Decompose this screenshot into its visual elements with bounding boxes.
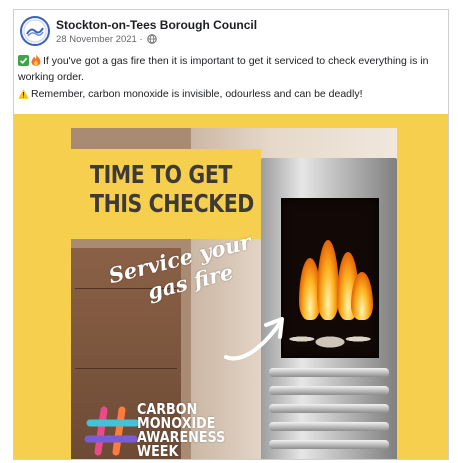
post-text-1: If you've got a gas fire then it is impo…: [18, 55, 429, 83]
post-text-2: Remember, carbon monoxide is invisible, …: [31, 88, 363, 100]
council-logo-icon: [23, 19, 47, 43]
grille-bar: [269, 368, 389, 377]
globe-icon: [147, 34, 157, 47]
campaign-line-4: WEEK: [137, 442, 179, 460]
post-card: Stockton-on-Tees Borough Council 28 Nove…: [13, 9, 449, 460]
warning-icon: [18, 89, 29, 103]
meta-separator: ·: [136, 34, 146, 45]
post-header: Stockton-on-Tees Borough Council 28 Nove…: [20, 16, 440, 48]
headline: TIME TO GET THIS CHECKED: [90, 160, 254, 218]
headline-line-2: THIS CHECKED: [90, 189, 254, 218]
arrow-icon: [224, 317, 284, 361]
flame: [351, 272, 373, 320]
post-date[interactable]: 28 November 2021: [56, 34, 137, 45]
post-meta: 28 November 2021 ·: [56, 34, 157, 47]
fire-icon: [31, 54, 41, 70]
post-text-line-1: If you've got a gas fire then it is impo…: [18, 54, 446, 84]
post-image[interactable]: TIME TO GET THIS CHECKED Service your ga…: [14, 114, 448, 460]
grille-bar: [269, 386, 389, 395]
flame: [317, 240, 339, 320]
post-text: If you've got a gas fire then it is impo…: [18, 54, 446, 106]
hashtag-icon: [84, 406, 140, 456]
grille-bar: [269, 404, 389, 413]
firebox: [281, 198, 379, 358]
post-text-line-2: Remember, carbon monoxide is invisible, …: [18, 87, 446, 103]
grille-bar: [269, 440, 389, 449]
page-avatar[interactable]: [20, 16, 50, 46]
campaign-title: CARBON MONOXIDE AWARENESS WEEK: [137, 402, 225, 460]
cabinet-edge: [75, 368, 177, 369]
fire-stones: [283, 324, 377, 354]
check-mark-icon: [18, 55, 29, 70]
page-name[interactable]: Stockton-on-Tees Borough Council: [56, 18, 257, 32]
grille-bar: [269, 422, 389, 431]
fire-grille: [269, 364, 389, 454]
headline-line-1: TIME TO GET: [90, 160, 233, 189]
